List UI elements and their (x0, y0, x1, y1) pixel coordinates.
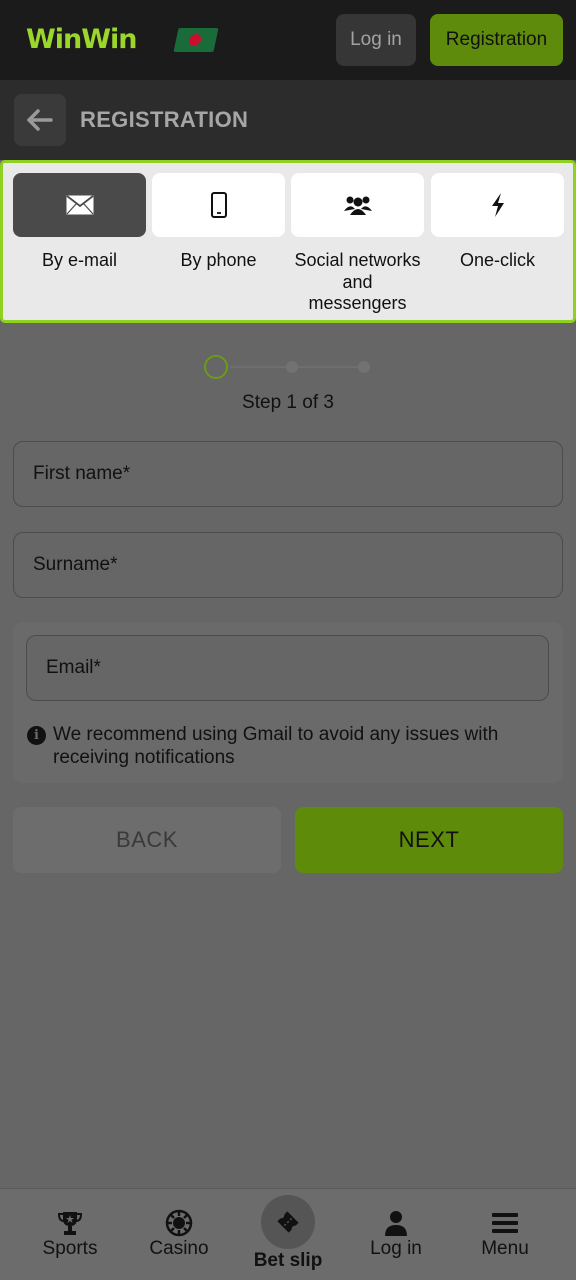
nav-bet-slip[interactable] (261, 1195, 315, 1249)
nav-casino[interactable]: Casino (124, 1189, 234, 1280)
winwin-logo[interactable]: WinWin (26, 24, 138, 55)
hamburger-menu-icon (492, 1213, 518, 1233)
ticket-icon (277, 1211, 299, 1233)
method-social-networks[interactable]: Social networks and messengers (291, 173, 424, 315)
nav-menu[interactable]: Menu (450, 1189, 560, 1280)
info-icon: i (27, 726, 46, 745)
page-title: REGISTRATION (80, 107, 249, 132)
method-by-email[interactable]: By e-mail (13, 173, 146, 272)
email-hint: i We recommend using Gmail to avoid any … (27, 723, 547, 769)
method-label: By phone (180, 250, 257, 270)
first-name-input[interactable] (14, 442, 562, 506)
back-button[interactable]: BACK (13, 807, 281, 873)
header-registration-button[interactable]: Registration (430, 14, 563, 66)
envelope-icon (65, 195, 94, 215)
lightning-icon (491, 193, 504, 217)
registration-method-tabs: By e-mail By phone Social networks and m… (0, 160, 576, 323)
registration-header: REGISTRATION (0, 80, 576, 160)
method-label: By e-mail (41, 250, 117, 270)
method-label: One-click (459, 250, 535, 270)
email-input[interactable] (27, 636, 548, 700)
arrow-left-icon (27, 109, 53, 131)
header-login-button[interactable]: Log in (336, 14, 416, 66)
bet-slip-label: Bet slip (253, 1250, 323, 1271)
bangladesh-flag-icon[interactable] (173, 28, 219, 52)
method-one-click[interactable]: One-click (431, 173, 564, 272)
method-by-phone[interactable]: By phone (152, 173, 285, 272)
hint-text: We recommend using Gmail to avoid any is… (53, 724, 499, 768)
next-button[interactable]: NEXT (295, 807, 563, 873)
first-name-field[interactable] (13, 441, 563, 507)
step-progress (204, 354, 374, 380)
step-text: Step 1 of 3 (242, 392, 334, 413)
surname-field[interactable] (13, 532, 563, 598)
nav-label: Log in (370, 1238, 422, 1259)
top-bar: WinWin Log in Registration (0, 0, 576, 80)
email-section: i We recommend using Gmail to avoid any … (13, 622, 563, 783)
casino-chip-icon (165, 1209, 193, 1237)
step-dot (358, 361, 370, 373)
user-icon (385, 1211, 407, 1236)
step-line (230, 366, 370, 368)
method-label: Social networks and messengers (294, 250, 421, 313)
surname-input[interactable] (14, 533, 562, 597)
step-current-marker (204, 355, 228, 379)
step-dot (286, 361, 298, 373)
nav-sports[interactable]: Sports (15, 1189, 125, 1280)
users-icon (343, 196, 372, 215)
nav-label: Menu (481, 1238, 529, 1259)
back-arrow-button[interactable] (14, 94, 66, 146)
phone-icon (210, 192, 227, 218)
trophy-icon (57, 1212, 83, 1235)
nav-label: Casino (149, 1238, 209, 1259)
email-field[interactable] (26, 635, 549, 701)
nav-label: Sports (42, 1238, 98, 1259)
nav-login[interactable]: Log in (341, 1189, 451, 1280)
